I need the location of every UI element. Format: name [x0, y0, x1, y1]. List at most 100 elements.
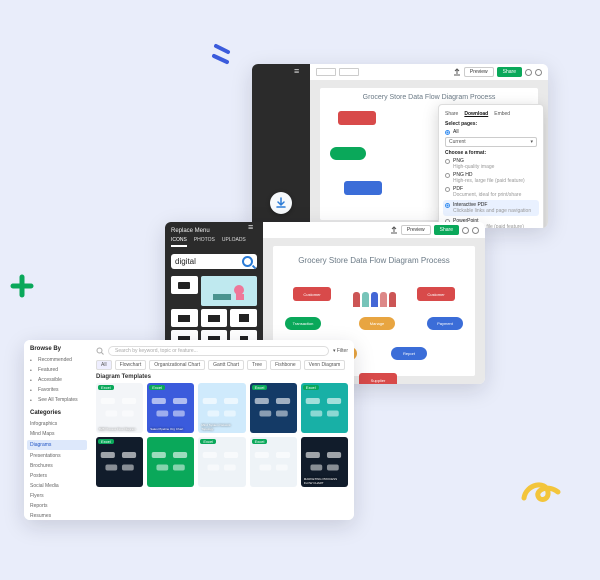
format-option-png[interactable]: PNGHigh-quality image	[445, 158, 537, 170]
chip-gantt-chart[interactable]: Gantt Chart	[208, 360, 244, 370]
flow-node-payment[interactable]: Payment	[427, 317, 463, 330]
export-editor-window: ≡ Preview Share Grocery Store Data Flow …	[252, 64, 548, 228]
hamburger-icon[interactable]: ≡	[248, 226, 253, 229]
replace-tab-photos[interactable]: PHOTOS	[194, 237, 215, 247]
replace-tab-icons[interactable]: ICONS	[171, 237, 187, 247]
template-card[interactable]: Excel	[250, 383, 297, 433]
replace-tabs: ICONS PHOTOS UPLOADS	[165, 237, 263, 250]
editor-topbar: Preview Share	[310, 64, 548, 80]
flow-node-manage[interactable]: Manage	[359, 317, 395, 330]
page-range-select[interactable]: Current▾	[445, 137, 537, 147]
replace-tab-uploads[interactable]: UPLOADS	[222, 237, 246, 247]
category-chips: AllFlowchartOrganizational ChartGantt Ch…	[96, 360, 348, 370]
preview-button[interactable]: Preview	[464, 67, 494, 77]
all-pages-checkbox[interactable]: All	[445, 129, 537, 135]
browse-heading: Browse By	[30, 346, 84, 352]
category-item[interactable]: Resumes	[30, 511, 84, 520]
chip-organizational-chart[interactable]: Organizational Chart	[149, 360, 205, 370]
template-search-input[interactable]: Search by keyword, topic or feature...	[108, 346, 329, 356]
flow-node[interactable]	[330, 147, 366, 160]
filter-button[interactable]: ▾ Filter	[333, 348, 348, 354]
chip-flowchart[interactable]: Flowchart	[115, 360, 147, 370]
icon-search-input[interactable]: digital	[171, 254, 257, 269]
category-item[interactable]: Social Media	[30, 481, 84, 491]
icon-result[interactable]	[171, 276, 198, 294]
category-item[interactable]: Reports	[30, 501, 84, 511]
format-option-pdf[interactable]: PDFDocument, ideal for print/share	[445, 186, 537, 198]
hamburger-icon[interactable]: ≡	[294, 70, 299, 73]
icon-result[interactable]	[171, 309, 198, 327]
category-item[interactable]: Infographics	[30, 419, 84, 429]
templates-main: Search by keyword, topic or feature... ▾…	[90, 340, 354, 520]
browse-item[interactable]: •See All Templates	[30, 395, 84, 405]
category-item[interactable]: Diagrams	[27, 440, 87, 450]
dashes-decoration	[210, 42, 238, 66]
editor-topbar: Preview Share	[263, 222, 485, 238]
search-icon	[242, 256, 253, 267]
format-option-png-hd[interactable]: PNG HDHigh-res, large file (paid feature…	[445, 172, 537, 184]
template-card[interactable]	[147, 437, 194, 487]
doc-tab[interactable]	[316, 68, 336, 76]
upload-icon[interactable]	[390, 226, 398, 234]
plus-decoration	[8, 272, 36, 300]
modal-tabs: Share Download Embed	[445, 111, 537, 117]
flow-node-report[interactable]: Report	[391, 347, 427, 360]
user-avatar[interactable]	[535, 69, 542, 76]
template-card[interactable]: Excel	[250, 437, 297, 487]
category-item[interactable]: Flyers	[30, 491, 84, 501]
format-label: Choose a format:	[445, 150, 537, 156]
flow-node[interactable]	[338, 111, 376, 125]
template-card[interactable]: Excel	[198, 437, 245, 487]
flow-node-customer[interactable]: Customer	[417, 287, 455, 301]
format-option-interactive-pdf[interactable]: Interactive PDFClickable links and page …	[443, 200, 539, 216]
chip-all[interactable]: All	[96, 360, 112, 370]
preview-button[interactable]: Preview	[401, 225, 431, 235]
category-item[interactable]: Brochures	[30, 461, 84, 471]
flow-node[interactable]	[344, 181, 382, 195]
user-avatar[interactable]	[472, 227, 479, 234]
category-item[interactable]: Mind Maps	[30, 429, 84, 439]
chip-fishbone[interactable]: Fishbone	[270, 360, 301, 370]
category-item[interactable]: Posters	[30, 471, 84, 481]
browse-item[interactable]: •Recommended	[30, 355, 84, 365]
template-card[interactable]: Excel	[301, 383, 348, 433]
modal-tab-embed[interactable]: Embed	[494, 111, 510, 117]
category-item[interactable]: Presentations	[30, 451, 84, 461]
template-card[interactable]: ExcelB2B Process Flow Diagram	[96, 383, 143, 433]
template-card[interactable]: MARKETING PROCESS FLOW CHART	[301, 437, 348, 487]
browse-item[interactable]: •Favorites	[30, 385, 84, 395]
share-button[interactable]: Share	[497, 67, 522, 77]
editor-canvas: Grocery Store Data Flow Diagram Process …	[310, 80, 548, 228]
doc-tab[interactable]	[339, 68, 359, 76]
chip-tree[interactable]: Tree	[247, 360, 267, 370]
download-badge-icon[interactable]	[270, 192, 292, 214]
upload-icon[interactable]	[453, 68, 461, 76]
illustration-group[interactable]	[353, 287, 409, 307]
browse-item[interactable]: •Accessible	[30, 375, 84, 385]
modal-tab-share[interactable]: Share	[445, 111, 458, 117]
template-card[interactable]: ExcelSales Pipeline Org Chart	[147, 383, 194, 433]
template-card[interactable]: Mind System Network Topology	[198, 383, 245, 433]
share-button[interactable]: Share	[434, 225, 459, 235]
icon-search-text: digital	[175, 257, 242, 266]
modal-tab-download[interactable]: Download	[464, 111, 488, 117]
curl-decoration	[518, 472, 562, 508]
section-title: Diagram Templates	[96, 374, 348, 380]
template-card[interactable]: Excel	[96, 437, 143, 487]
flow-node-supplier[interactable]: Supplier	[359, 373, 397, 384]
help-icon[interactable]	[462, 227, 469, 234]
select-pages-label: Select pages:	[445, 121, 537, 127]
editor-dark-sidebar: ≡	[252, 64, 310, 228]
icon-result[interactable]	[230, 309, 257, 327]
help-icon[interactable]	[525, 69, 532, 76]
flow-node-customer[interactable]: Customer	[293, 287, 331, 301]
chip-venn-diagram[interactable]: Venn Diagram	[304, 360, 346, 370]
search-icon	[96, 347, 104, 355]
download-modal: Share Download Embed Select pages: All C…	[438, 104, 544, 228]
icon-result[interactable]	[201, 276, 257, 306]
flow-node-transaction[interactable]: Transaction	[285, 317, 321, 330]
icon-result[interactable]	[201, 309, 228, 327]
templates-sidebar: Browse By •Recommended•Featured•Accessib…	[24, 340, 90, 520]
browse-item[interactable]: •Featured	[30, 365, 84, 375]
page-title: Grocery Store Data Flow Diagram Process	[320, 88, 538, 101]
